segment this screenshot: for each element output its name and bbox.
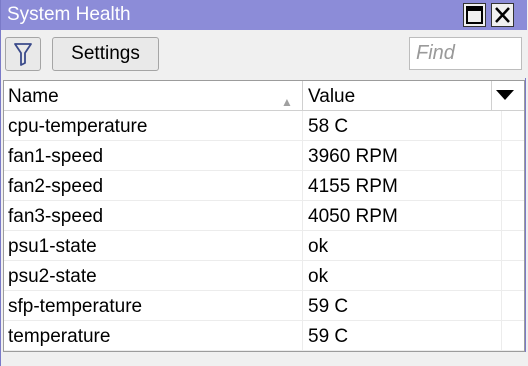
column-header-label: Name xyxy=(8,86,59,107)
system-health-window: System Health Settings Find Name ▲ Value… xyxy=(0,0,527,366)
cell-name: psu2-state xyxy=(4,261,303,291)
table-row[interactable]: fan1-speed 3960 RPM xyxy=(4,141,524,171)
cell-value: 3960 RPM xyxy=(303,141,502,171)
column-header-name[interactable]: Name ▲ xyxy=(4,81,303,110)
cell-name: fan1-speed xyxy=(4,141,303,171)
close-button[interactable] xyxy=(491,3,514,27)
cell-name: cpu-temperature xyxy=(4,111,303,141)
table-header: Name ▲ Value xyxy=(4,81,524,111)
table-row[interactable]: fan3-speed 4050 RPM xyxy=(4,201,524,231)
close-icon xyxy=(495,7,510,23)
settings-button[interactable]: Settings xyxy=(52,37,159,71)
cell-value: ok xyxy=(303,261,502,291)
maximize-icon xyxy=(466,6,483,24)
column-header-value[interactable]: Value xyxy=(303,81,492,110)
cell-name: sfp-temperature xyxy=(4,291,303,321)
filter-button[interactable] xyxy=(5,37,41,71)
title-bar[interactable]: System Health xyxy=(1,0,527,30)
find-input[interactable]: Find xyxy=(409,37,522,70)
filter-icon xyxy=(14,43,32,66)
cell-name: psu1-state xyxy=(4,231,303,261)
table-row[interactable]: sfp-temperature 59 C xyxy=(4,291,524,321)
cell-name: temperature xyxy=(4,321,303,351)
table-row[interactable]: cpu-temperature 58 C xyxy=(4,111,524,141)
cell-name: fan3-speed xyxy=(4,201,303,231)
status-bar xyxy=(1,352,527,366)
table-row[interactable]: psu1-state ok xyxy=(4,231,524,261)
cell-value: 58 C xyxy=(303,111,502,141)
health-table: Name ▲ Value cpu-temperature 58 C fan1-s… xyxy=(3,80,525,352)
cell-value: 4050 RPM xyxy=(303,201,502,231)
cell-value: ok xyxy=(303,231,502,261)
window-title: System Health xyxy=(7,4,131,25)
table-row[interactable]: temperature 59 C xyxy=(4,321,524,351)
maximize-button[interactable] xyxy=(463,3,486,27)
cell-value: 4155 RPM xyxy=(303,171,502,201)
toolbar: Settings Find xyxy=(1,30,527,78)
cell-value: 59 C xyxy=(303,321,502,351)
column-header-label: Value xyxy=(308,86,356,107)
cell-name: fan2-speed xyxy=(4,171,303,201)
column-menu-dropdown-icon[interactable] xyxy=(496,90,514,100)
table-row[interactable]: psu2-state ok xyxy=(4,261,524,291)
cell-value: 59 C xyxy=(303,291,502,321)
table-row[interactable]: fan2-speed 4155 RPM xyxy=(4,171,524,201)
